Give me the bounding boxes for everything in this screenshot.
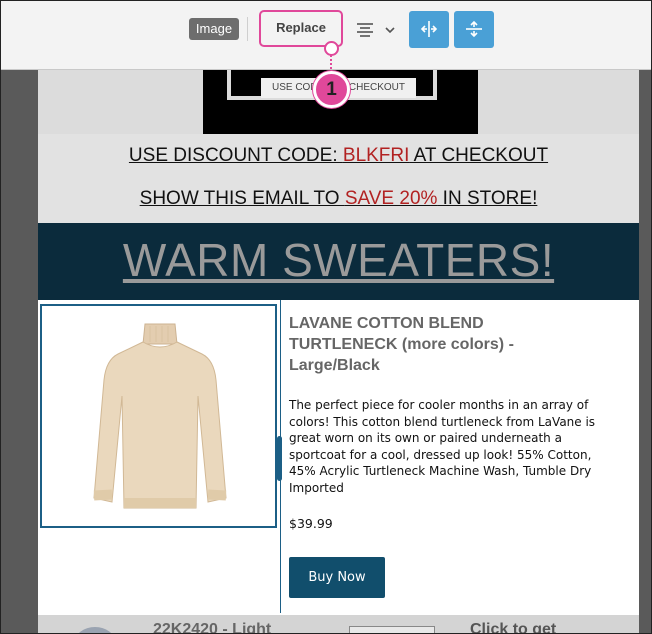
turtleneck-sweater-image — [93, 323, 227, 509]
in-store-line[interactable]: SHOW THIS EMAIL TO SAVE 20% IN STORE! — [38, 188, 639, 210]
fit-width-button[interactable] — [409, 11, 449, 48]
next-product-row: 22K2420 - Light Click to get — [38, 615, 639, 634]
chevron-down-icon[interactable] — [384, 23, 396, 35]
fit-height-button[interactable] — [454, 11, 494, 48]
next-product-field — [349, 626, 435, 633]
next-product-thumbnail — [75, 627, 115, 633]
align-center-icon[interactable] — [355, 21, 375, 39]
fit-width-icon — [420, 21, 438, 37]
discount-code-line[interactable]: USE DISCOUNT CODE: BLKFRI AT CHECKOUT — [38, 145, 639, 167]
product-block: LAVANE COTTON BLEND TURTLENECK (more col… — [38, 300, 639, 615]
next-product-cta: Click to get — [470, 621, 557, 634]
product-description[interactable]: The perfect piece for cooler months in a… — [289, 397, 607, 497]
discount-code: BLKFRI — [342, 145, 410, 166]
element-type-badge: Image — [189, 18, 239, 40]
promo2-suffix: IN STORE! — [437, 188, 538, 209]
next-product-sku: 22K2420 - Light — [153, 621, 272, 634]
image-toolbar: Image Replace — [1, 1, 651, 70]
column-resize-handle[interactable] — [277, 436, 282, 481]
promo2-prefix: SHOW THIS EMAIL TO — [139, 188, 345, 209]
toolbar-divider — [247, 17, 248, 41]
step-callout-badge: 1 — [313, 71, 350, 108]
fit-height-icon — [466, 20, 482, 38]
product-title[interactable]: LAVANE COTTON BLEND TURTLENECK (more col… — [289, 313, 589, 376]
product-price[interactable]: $39.99 — [289, 516, 333, 531]
section-heading[interactable]: WARM SWEATERS! — [123, 233, 554, 287]
save-highlight: SAVE 20% — [344, 188, 438, 209]
product-image-cell[interactable] — [40, 304, 277, 528]
callout-anchor-dot — [324, 41, 339, 56]
promo1-prefix: USE DISCOUNT CODE: — [128, 145, 343, 166]
editor-frame: Image Replace 1 USE CODE BAT CHECKOUT US… — [0, 0, 652, 634]
email-canvas: USE CODE BAT CHECKOUT USE DISCOUNT CODE:… — [38, 70, 639, 634]
section-heading-block: WARM SWEATERS! — [38, 223, 639, 300]
promo-section: USE DISCOUNT CODE: BLKFRI AT CHECKOUT SH… — [38, 134, 639, 223]
buy-now-button[interactable]: Buy Now — [289, 557, 385, 598]
promo1-suffix: AT CHECKOUT — [409, 145, 549, 166]
